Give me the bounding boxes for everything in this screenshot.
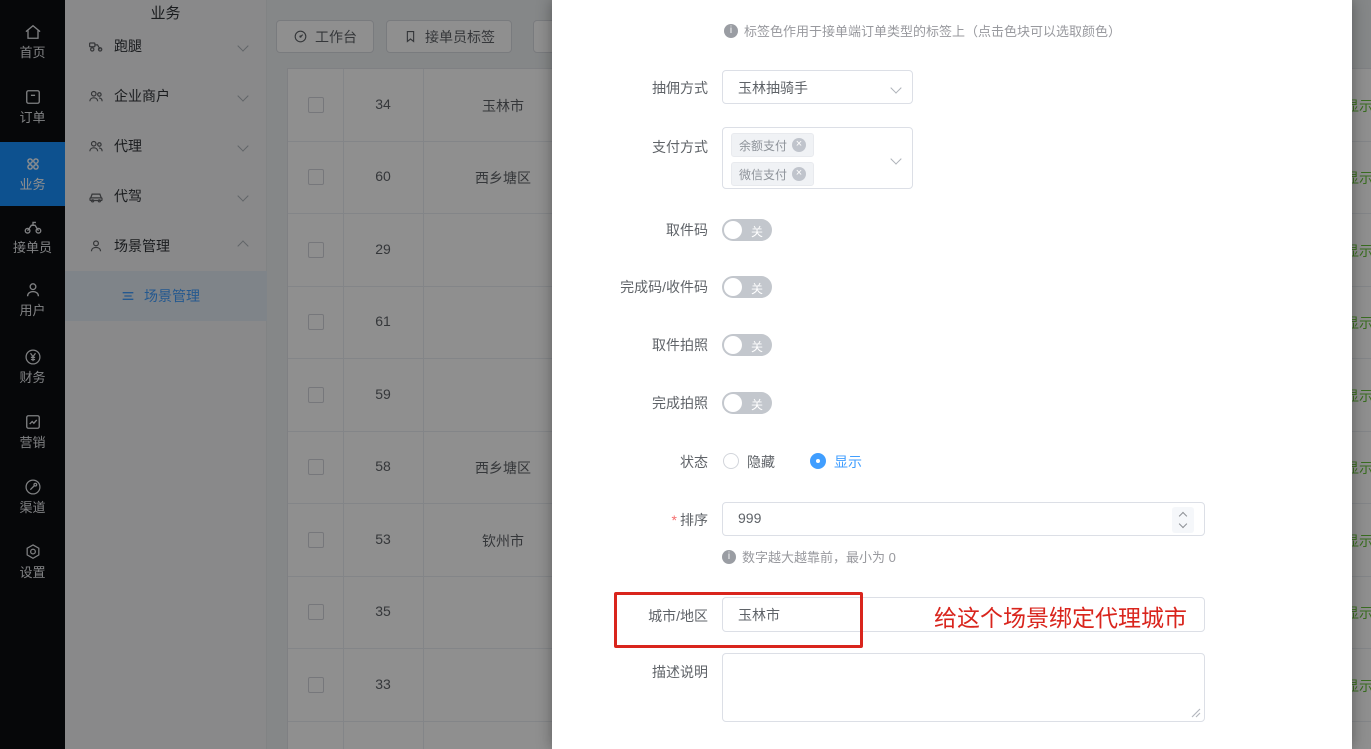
arrow-down-icon[interactable] <box>1179 520 1187 528</box>
info-icon: i <box>722 550 736 564</box>
status-radio-visible[interactable]: 显示 <box>810 452 862 472</box>
toggle-knob <box>724 221 742 239</box>
toggle-knob <box>724 394 742 412</box>
toggle-knob <box>724 336 742 354</box>
chevron-down-icon <box>890 82 901 93</box>
toggle-state-label: 关 <box>751 223 763 240</box>
tag-color-note: i 标签色作用于接单端订单类型的标签上（点击色块可以选取颜色） <box>724 21 1121 40</box>
description-label: 描述说明 <box>552 662 708 682</box>
status-radio-hidden[interactable]: 隐藏 <box>723 452 775 472</box>
complete-code-label: 完成码/收件码 <box>552 277 708 297</box>
sort-hint-text: 数字越大越靠前，最小为 0 <box>742 547 896 566</box>
app-root: 首页 订单 业务 接单员 用户 财务 营销 渠道 <box>0 0 1371 749</box>
status-option-label: 显示 <box>834 454 862 470</box>
annotation-text: 给这个场景绑定代理城市 <box>934 599 1187 633</box>
city-label: 城市/地区 <box>552 606 708 626</box>
radio-icon <box>723 453 739 469</box>
payment-label: 支付方式 <box>552 137 708 157</box>
payment-multiselect[interactable]: 余额支付 × 微信支付 × <box>722 127 913 189</box>
toggle-state-label: 关 <box>751 280 763 297</box>
pickup-photo-toggle[interactable]: 关 <box>722 334 772 356</box>
number-stepper <box>1172 507 1194 533</box>
resize-grip-icon[interactable] <box>1191 708 1201 718</box>
complete-photo-label: 完成拍照 <box>552 393 708 413</box>
toggle-state-label: 关 <box>751 396 763 413</box>
status-option-label: 隐藏 <box>747 454 775 470</box>
sort-number-input[interactable]: 999 <box>722 502 1205 536</box>
payment-tag: 余额支付 × <box>731 133 814 157</box>
payment-tag-label: 余额支付 <box>739 137 787 154</box>
toggle-state-label: 关 <box>751 338 763 355</box>
payment-tag: 微信支付 × <box>731 162 814 186</box>
tag-color-note-text: 标签色作用于接单端订单类型的标签上（点击色块可以选取颜色） <box>744 21 1121 40</box>
commission-label: 抽佣方式 <box>552 78 708 98</box>
complete-photo-toggle[interactable]: 关 <box>722 392 772 414</box>
sort-value: 999 <box>738 510 761 526</box>
complete-code-toggle[interactable]: 关 <box>722 276 772 298</box>
commission-select-value: 玉林抽骑手 <box>738 78 808 98</box>
pickup-code-label: 取件码 <box>552 220 708 240</box>
sort-hint: i 数字越大越靠前，最小为 0 <box>722 547 896 566</box>
status-label: 状态 <box>552 452 708 472</box>
required-mark: * <box>672 512 677 528</box>
description-textarea[interactable] <box>722 653 1205 722</box>
scene-edit-drawer: i 标签色作用于接单端订单类型的标签上（点击色块可以选取颜色） 抽佣方式 玉林抽… <box>552 0 1352 749</box>
info-icon: i <box>724 24 738 38</box>
close-icon[interactable]: × <box>792 167 806 181</box>
payment-tag-label: 微信支付 <box>739 166 787 183</box>
close-icon[interactable]: × <box>792 138 806 152</box>
sort-label: *排序 <box>552 510 708 530</box>
pickup-photo-label: 取件拍照 <box>552 335 708 355</box>
commission-select[interactable]: 玉林抽骑手 <box>722 70 913 104</box>
radio-selected-icon <box>810 453 826 469</box>
city-value: 玉林市 <box>738 605 780 625</box>
pickup-code-toggle[interactable]: 关 <box>722 219 772 241</box>
toggle-knob <box>724 278 742 296</box>
